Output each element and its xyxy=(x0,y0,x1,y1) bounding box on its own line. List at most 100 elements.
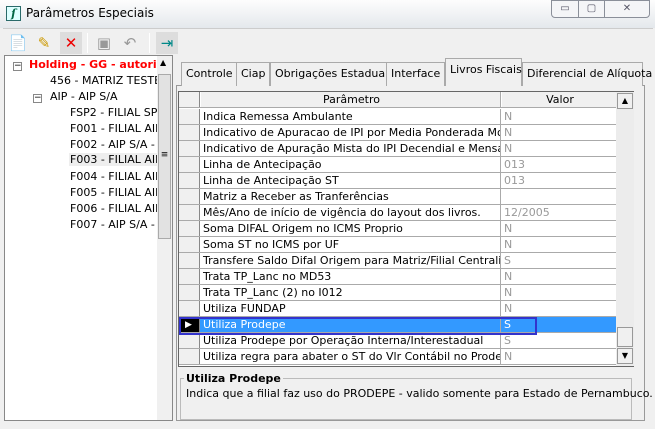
row-indicator[interactable]: ▶ xyxy=(179,317,200,332)
tab-obrigacoes-estaduais[interactable]: Obrigações Estaduais xyxy=(270,62,399,86)
table-row[interactable]: Indicativo de Apuracao de IPI por Media … xyxy=(179,125,616,141)
maximize-button[interactable]: ▢ xyxy=(578,0,605,18)
row-indicator[interactable] xyxy=(179,205,200,220)
company-tree[interactable]: − Holding - GG - autoriz 456 - MATRIZ TE… xyxy=(4,55,173,421)
cell-parametro[interactable]: Indicativo de Apuração Mista do IPI Dece… xyxy=(201,141,501,156)
row-indicator[interactable] xyxy=(179,173,200,188)
table-row[interactable]: Mês/Ano de início de vigência do layout … xyxy=(179,205,616,221)
cell-valor[interactable]: S xyxy=(502,253,616,268)
cell-parametro[interactable]: Utiliza Prodepe por Operação Interna/Int… xyxy=(201,333,501,348)
table-row[interactable]: Soma DIFAL Origem no ICMS Proprio N xyxy=(179,221,616,237)
minimize-button[interactable]: ▭ xyxy=(551,0,579,18)
cell-valor[interactable]: S xyxy=(502,333,616,348)
cell-parametro[interactable]: Utiliza regra para abater o ST do Vlr Co… xyxy=(201,349,501,364)
row-indicator[interactable] xyxy=(179,141,200,156)
table-row[interactable]: Transfere Saldo Difal Origem para Matriz… xyxy=(179,253,616,269)
tree-scrollbar[interactable]: ▲ ≡ xyxy=(157,56,172,420)
table-row[interactable]: Linha de Antecipação 013 xyxy=(179,157,616,173)
save-icon[interactable]: ▣ xyxy=(93,32,115,54)
cell-valor[interactable]: S xyxy=(502,317,616,332)
cell-valor[interactable]: N xyxy=(502,109,616,124)
row-indicator[interactable] xyxy=(179,221,200,236)
cell-valor[interactable]: N xyxy=(502,125,616,140)
tab-diferencial-de-aliquota[interactable]: Diferencial de Alíquota xyxy=(522,62,652,86)
cell-valor[interactable]: N xyxy=(502,141,616,156)
scroll-thumb[interactable] xyxy=(617,327,633,347)
grid-scrollbar[interactable]: ▲ ▼ xyxy=(616,92,634,366)
tree-node-root[interactable]: Holding - GG - autoriz xyxy=(29,58,163,71)
table-row[interactable]: Soma ST no ICMS por UF N xyxy=(179,237,616,253)
row-indicator[interactable] xyxy=(179,157,200,172)
column-header-valor[interactable]: Valor xyxy=(502,92,616,107)
row-indicator[interactable] xyxy=(179,189,200,204)
cell-parametro[interactable]: Soma DIFAL Origem no ICMS Proprio xyxy=(201,221,501,236)
exit-icon[interactable]: ⇥ xyxy=(156,32,178,54)
scroll-up-icon[interactable]: ▲ xyxy=(160,58,166,67)
scroll-down-icon[interactable]: ▼ xyxy=(617,348,633,364)
tree-node[interactable]: FSP2 - FILIAL SP - xyxy=(70,106,165,119)
scroll-thumb[interactable]: ≡ xyxy=(158,74,171,239)
cell-valor[interactable]: N xyxy=(502,237,616,252)
tree-node[interactable]: F007 - AIP S/A - F xyxy=(70,218,165,231)
row-indicator[interactable] xyxy=(179,125,200,140)
scroll-up-icon[interactable]: ▲ xyxy=(617,93,633,109)
row-indicator[interactable] xyxy=(179,301,200,316)
cell-parametro[interactable]: Linha de Antecipação ST xyxy=(201,173,501,188)
cell-parametro[interactable]: Indica Remessa Ambulante xyxy=(201,109,501,124)
table-row[interactable]: ▶ Utiliza Prodepe S xyxy=(179,317,616,333)
tree-node[interactable]: F005 - FILIAL AIP xyxy=(70,186,162,199)
cell-valor[interactable] xyxy=(502,189,616,204)
collapse-icon[interactable]: − xyxy=(33,94,42,103)
tab-ciap[interactable]: Ciap xyxy=(236,62,271,86)
row-indicator[interactable] xyxy=(179,253,200,268)
tab-controle[interactable]: Controle xyxy=(181,62,238,86)
cell-valor[interactable]: N xyxy=(502,285,616,300)
table-row[interactable]: Indicativo de Apuração Mista do IPI Dece… xyxy=(179,141,616,157)
table-row[interactable]: Utiliza FUNDAP N xyxy=(179,301,616,317)
cell-parametro[interactable]: Indicativo de Apuracao de IPI por Media … xyxy=(201,125,501,140)
cell-parametro[interactable]: Linha de Antecipação xyxy=(201,157,501,172)
cell-parametro[interactable]: Trata TP_Lanc (2) no I012 xyxy=(201,285,501,300)
tree-node[interactable]: F003 - FILIAL AIP xyxy=(69,153,162,166)
tree-node[interactable]: F002 - AIP S/A - F xyxy=(70,138,165,151)
row-indicator[interactable] xyxy=(179,285,200,300)
tree-node[interactable]: F006 - FILIAL AIP xyxy=(70,202,162,215)
cell-valor[interactable]: N xyxy=(502,269,616,284)
cell-valor[interactable]: N xyxy=(502,349,616,364)
cell-parametro[interactable]: Utiliza FUNDAP xyxy=(201,301,501,316)
tree-node[interactable]: 456 - MATRIZ TESTE xyxy=(50,74,161,87)
tree-node[interactable]: AIP - AIP S/A xyxy=(50,90,117,103)
table-row[interactable]: Trata TP_Lanc (2) no I012 N xyxy=(179,285,616,301)
row-indicator[interactable] xyxy=(179,109,200,124)
cell-parametro[interactable]: Matriz a Receber as Tranferências xyxy=(201,189,501,204)
cell-parametro[interactable]: Transfere Saldo Difal Origem para Matriz… xyxy=(201,253,501,268)
tab-interface[interactable]: Interface xyxy=(386,62,446,86)
new-document-icon[interactable]: 📄 xyxy=(7,32,29,54)
row-indicator[interactable] xyxy=(179,349,200,364)
column-header-parametro[interactable]: Parâmetro xyxy=(201,92,501,107)
row-indicator[interactable] xyxy=(179,237,200,252)
table-row[interactable]: Trata TP_Lanc no MD53 N xyxy=(179,269,616,285)
undo-icon[interactable]: ↶ xyxy=(119,32,141,54)
row-indicator[interactable] xyxy=(179,269,200,284)
table-row[interactable]: Matriz a Receber as Tranferências xyxy=(179,189,616,205)
close-button[interactable]: ✕ xyxy=(604,0,650,18)
cell-valor[interactable]: N xyxy=(502,221,616,236)
table-row[interactable]: Indica Remessa Ambulante N xyxy=(179,109,616,125)
table-row[interactable]: Utiliza Prodepe por Operação Interna/Int… xyxy=(179,333,616,349)
cell-parametro[interactable]: Soma ST no ICMS por UF xyxy=(201,237,501,252)
tree-node[interactable]: F001 - FILIAL AIP xyxy=(70,122,162,135)
cell-valor[interactable]: 013 xyxy=(502,173,616,188)
table-row[interactable]: Linha de Antecipação ST 013 xyxy=(179,173,616,189)
parameters-grid[interactable]: Parâmetro Valor Indica Remessa Ambulante… xyxy=(178,91,634,367)
cell-parametro[interactable]: Mês/Ano de início de vigência do layout … xyxy=(201,205,501,220)
collapse-icon[interactable]: − xyxy=(13,62,22,71)
cell-parametro[interactable]: Utiliza Prodepe xyxy=(201,317,501,332)
cell-valor[interactable]: 013 xyxy=(502,157,616,172)
tree-node[interactable]: F004 - FILIAL AIP xyxy=(70,170,162,183)
cell-valor[interactable]: N xyxy=(502,301,616,316)
delete-icon[interactable]: ✕ xyxy=(60,32,82,54)
cell-parametro[interactable]: Trata TP_Lanc no MD53 xyxy=(201,269,501,284)
tab-livros-fiscais[interactable]: Livros Fiscais xyxy=(445,58,522,86)
row-indicator[interactable] xyxy=(179,333,200,348)
